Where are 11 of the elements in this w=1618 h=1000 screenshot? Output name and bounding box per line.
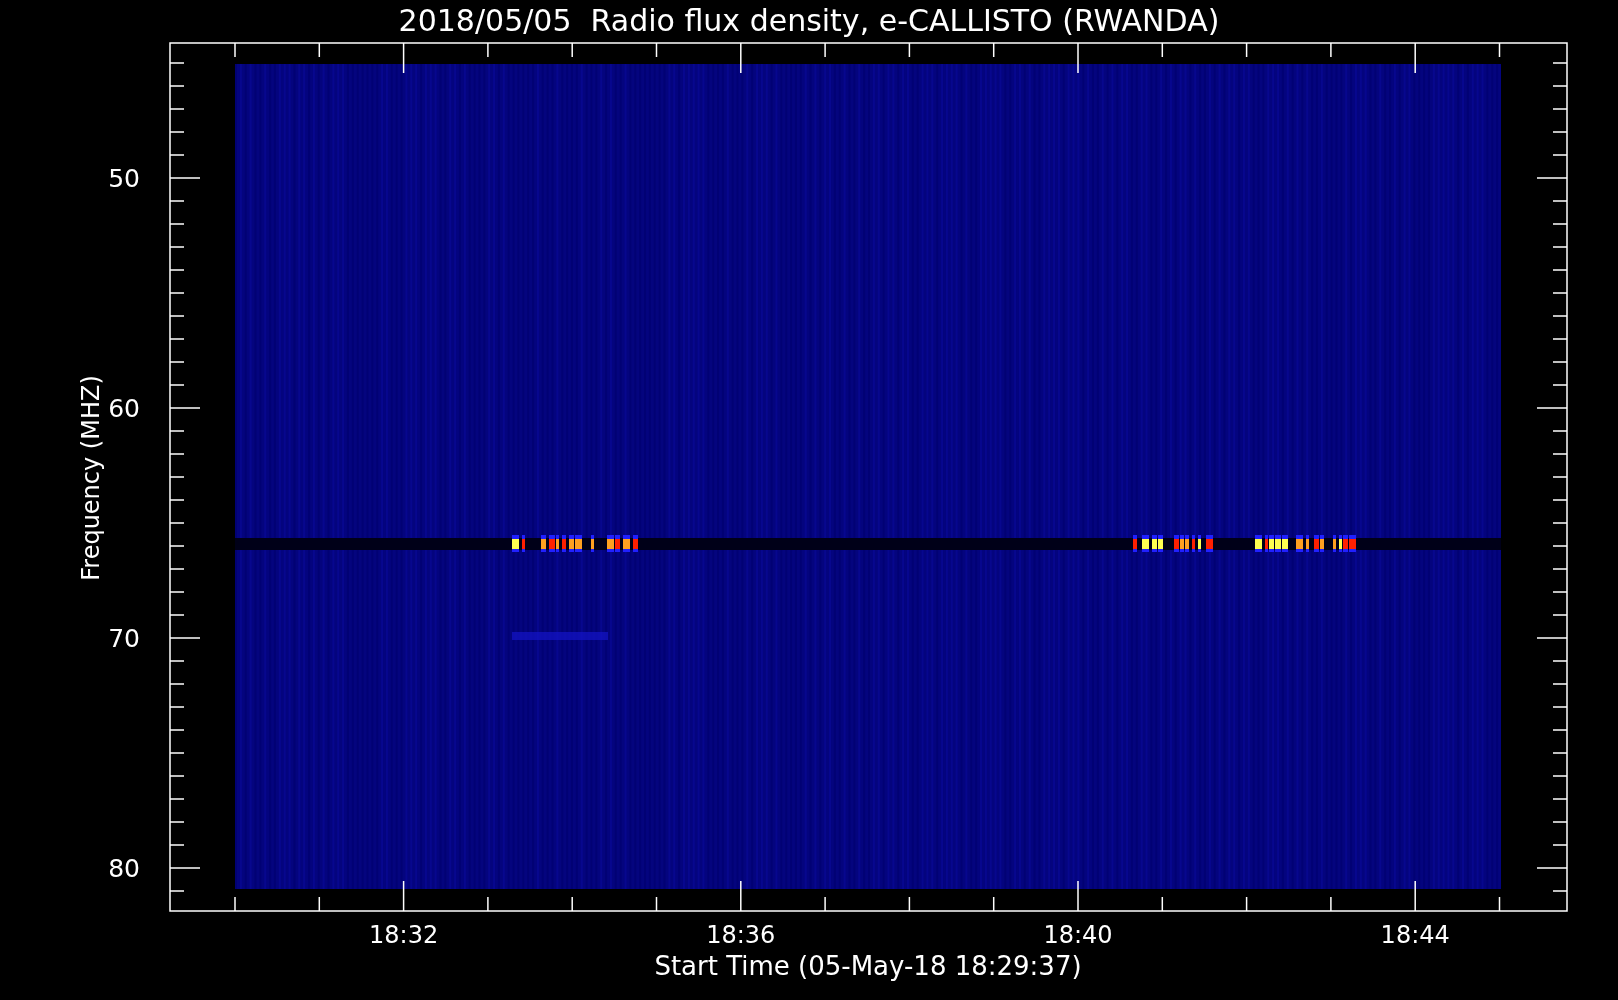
y-tick-label: 70	[108, 624, 140, 653]
y-tick-label: 60	[108, 394, 140, 423]
y-axis-label: Frequency (MHZ)	[77, 375, 105, 581]
y-tick-label: 50	[108, 164, 140, 193]
x-tick-label: 18:32	[369, 921, 439, 949]
x-tick-label: 18:40	[1043, 921, 1113, 949]
x-tick-label: 18:44	[1380, 921, 1450, 949]
y-tick-label: 80	[108, 854, 140, 883]
x-tick-label: 18:36	[706, 921, 776, 949]
x-axis-label: Start Time (05-May-18 18:29:37)	[654, 951, 1082, 981]
chart-title: 2018/05/05 Radio flux density, e-CALLISTO (RWANDA)	[398, 3, 1220, 38]
